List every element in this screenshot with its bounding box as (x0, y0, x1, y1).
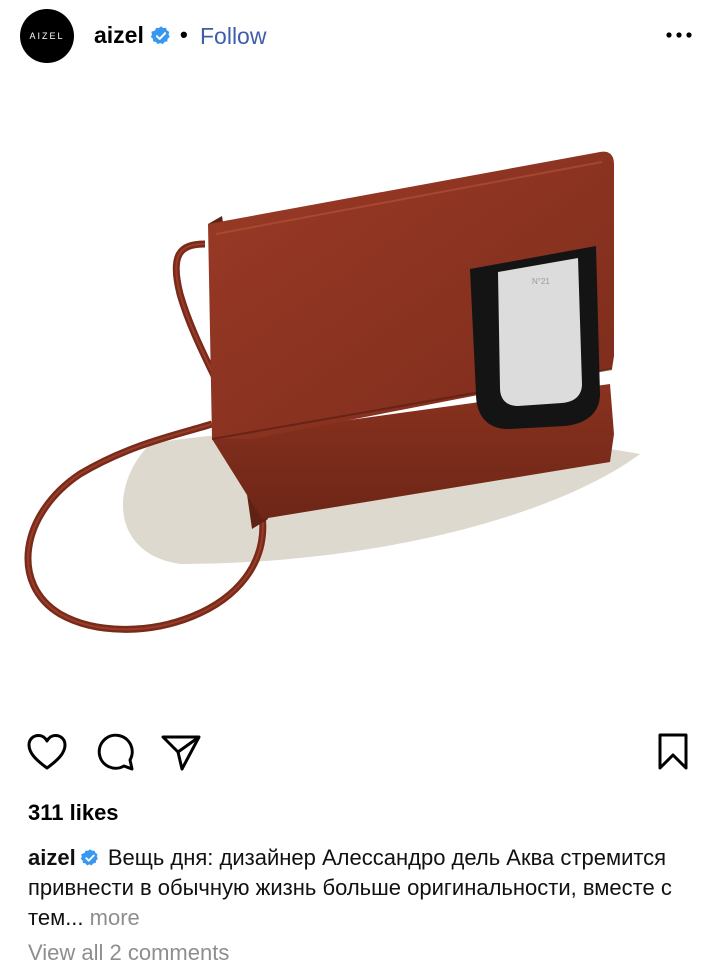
view-comments-link[interactable]: View all 2 comments (28, 940, 229, 966)
heart-icon[interactable] (26, 732, 68, 772)
username[interactable]: aizel (94, 22, 144, 49)
comment-icon[interactable] (94, 731, 136, 773)
post-header: AIZEL aizel • Follow (0, 0, 720, 72)
avatar-logo-text: AIZEL (29, 31, 65, 41)
likes-count[interactable]: 311 likes (28, 800, 119, 826)
action-bar (0, 728, 720, 776)
bookmark-icon[interactable] (656, 732, 690, 772)
post-image[interactable]: N°21 (0, 94, 720, 714)
separator-dot: • (180, 22, 188, 47)
more-options-icon[interactable] (662, 22, 696, 48)
share-icon[interactable] (160, 732, 202, 772)
verified-badge-icon (80, 849, 98, 866)
caption-more-link[interactable]: more (90, 905, 140, 930)
follow-button[interactable]: Follow (200, 23, 266, 50)
bag-tab-logo: N°21 (532, 277, 550, 286)
caption-username[interactable]: aizel (28, 845, 76, 870)
avatar[interactable]: AIZEL (20, 9, 74, 63)
caption: aizel Вещь дня: дизайнер Алессандро дель… (28, 843, 678, 933)
verified-badge-icon (150, 26, 170, 45)
